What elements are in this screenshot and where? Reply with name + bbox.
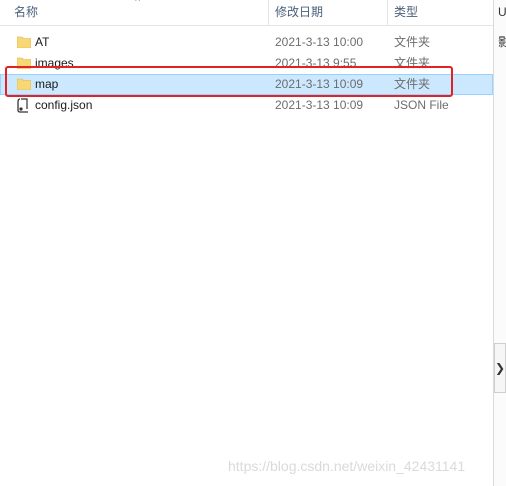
chevron-right-icon: ❯: [495, 361, 506, 375]
watermark: https://blog.csdn.net/weixin_42431141: [228, 458, 466, 474]
folder-icon: [17, 78, 31, 90]
file-date: 2021-3-13 9:55: [275, 56, 357, 70]
file-type: JSON File: [394, 98, 449, 112]
column-date-header[interactable]: 修改日期: [269, 0, 387, 25]
file-name: images: [35, 56, 74, 70]
file-row-images[interactable]: images 2021-3-13 9:55 文件夹: [0, 53, 493, 74]
file-name: map: [35, 77, 59, 91]
file-row-at[interactable]: AT 2021-3-13 10:00 文件夹: [0, 32, 493, 53]
file-date: 2021-3-13 10:09: [275, 77, 364, 91]
file-row-config-json[interactable]: config.json 2021-3-13 10:09 JSON File: [0, 95, 493, 116]
column-type-header[interactable]: 类型: [388, 0, 493, 25]
folder-icon: [17, 57, 31, 69]
json-file-icon: [17, 98, 28, 113]
details-pane-text: 影: [498, 35, 506, 49]
expand-pane-button[interactable]: ❯: [494, 343, 506, 393]
file-type: 文件夹: [394, 56, 431, 70]
column-header: 名称 ⌃ 修改日期 类型: [0, 0, 493, 26]
file-name: config.json: [35, 98, 93, 112]
file-type: 文件夹: [394, 77, 431, 91]
sort-up-icon: ⌃: [133, 0, 143, 9]
file-date: 2021-3-13 10:00: [275, 35, 364, 49]
file-name: AT: [35, 35, 50, 49]
file-date: 2021-3-13 10:09: [275, 98, 364, 112]
details-pane-edge: U 影: [493, 0, 506, 486]
file-row-map[interactable]: map 2021-3-13 10:09 文件夹: [0, 74, 493, 95]
file-type: 文件夹: [394, 35, 431, 49]
folder-icon: [17, 36, 31, 48]
details-pane-text: U: [498, 5, 506, 19]
